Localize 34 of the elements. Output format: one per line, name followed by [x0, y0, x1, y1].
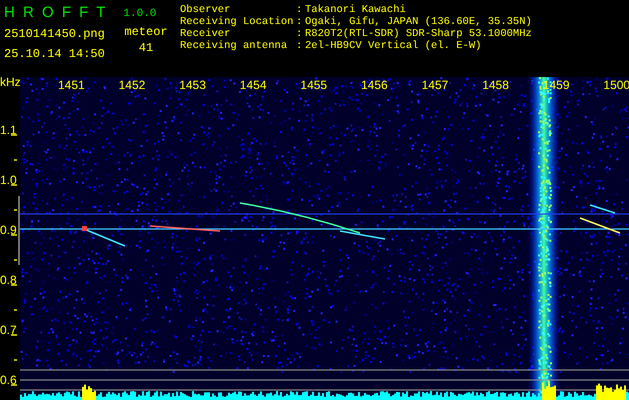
- frequency-label: 1.1: [0, 124, 17, 136]
- frequency-label: 0.6: [0, 374, 17, 386]
- file-name: 2510141450.png: [4, 28, 105, 40]
- frequency-label: 0.9: [0, 224, 17, 236]
- frequency-label: 0.7: [0, 324, 17, 336]
- separator: :: [296, 16, 304, 28]
- frequency-label: 0.8: [0, 274, 17, 286]
- time-label: 1451: [58, 79, 85, 91]
- axis-unit: kHz: [0, 76, 21, 88]
- date-time: 25.10.14 14:50: [4, 48, 105, 60]
- field-value: 2el-HB9CV Vertical (el. E-W): [305, 40, 482, 52]
- field-label: Receiver: [180, 28, 232, 40]
- separator: :: [296, 28, 304, 40]
- frequency-label: 1.0: [0, 174, 17, 186]
- meteor-count: 41: [138, 42, 154, 54]
- field-label: Observer: [180, 4, 232, 16]
- separator: :: [296, 4, 304, 16]
- field-label: Receiving antenna: [180, 40, 288, 52]
- app-version: 1.0.0: [123, 8, 156, 20]
- time-label: 1454: [240, 79, 266, 91]
- time-label: 1455: [300, 79, 328, 91]
- separator: :: [296, 40, 304, 52]
- field-value: Ogaki, Gifu, JAPAN (136.60E, 35.35N): [305, 16, 532, 28]
- field-value: Takanori Kawachi: [305, 4, 406, 16]
- time-label: 1456: [361, 79, 388, 91]
- counter-label: meteor: [124, 26, 168, 38]
- scale-bar: [18, 196, 20, 265]
- field-label: Receiving Location: [180, 16, 294, 28]
- time-label: 1458: [482, 79, 509, 91]
- app-title: H R O F F T: [4, 5, 108, 20]
- time-label: 1457: [422, 79, 448, 91]
- time-label: 1453: [179, 79, 206, 91]
- time-label: 1452: [118, 79, 146, 91]
- field-value: R820T2(RTL-SDR) SDR-Sharp 53.1000MHz: [305, 28, 532, 40]
